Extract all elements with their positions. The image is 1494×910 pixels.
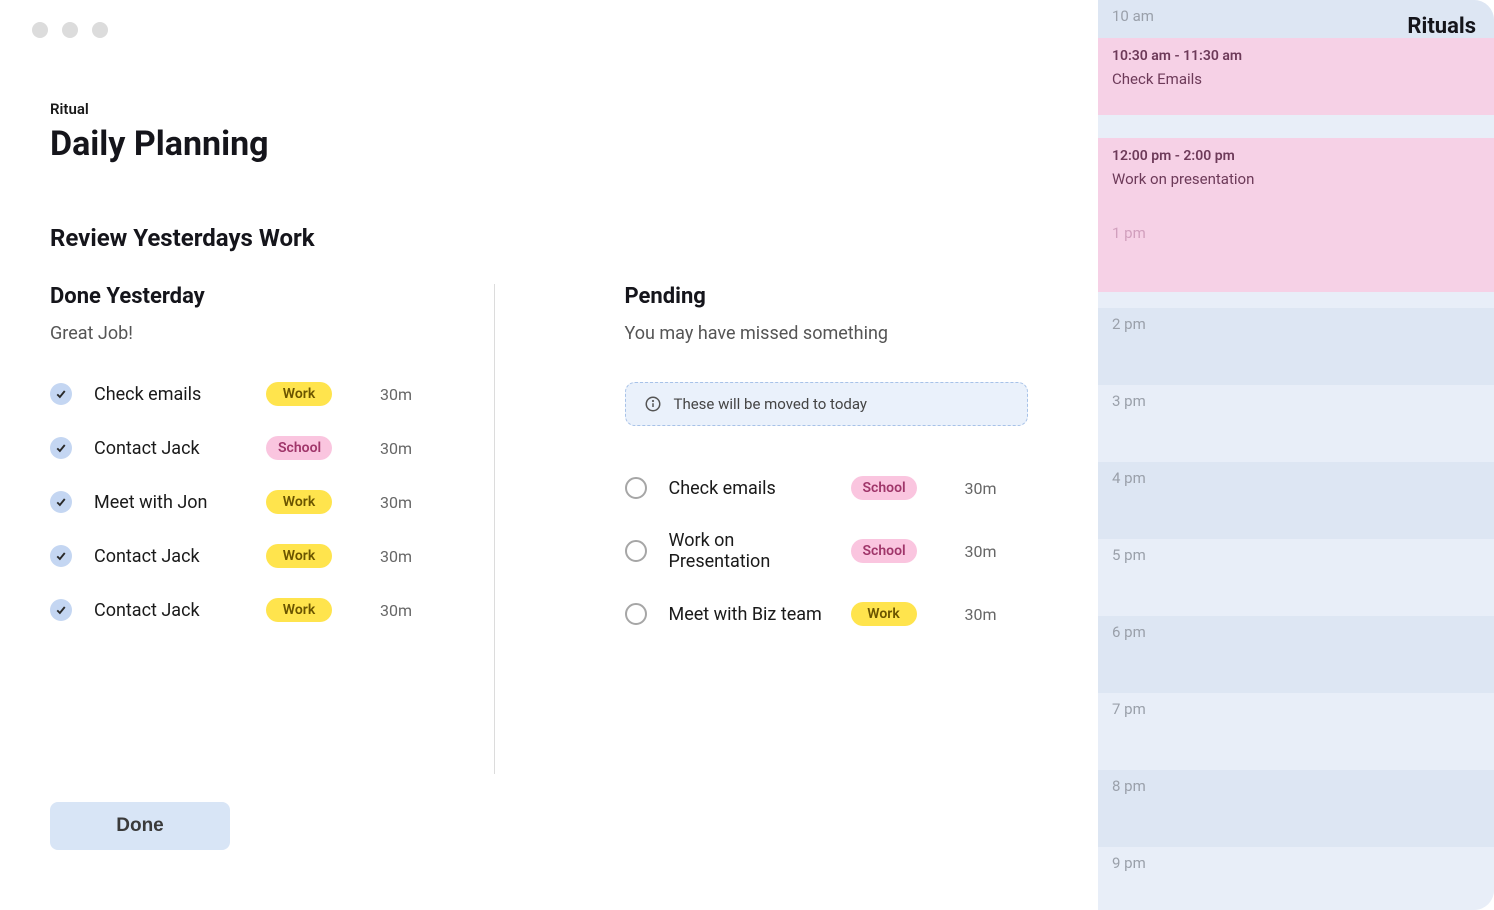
- hour-label: 9 pm: [1112, 854, 1146, 872]
- hour-block[interactable]: 7 pm: [1098, 693, 1494, 770]
- calendar-event[interactable]: 10:30 am - 11:30 am Check Emails: [1098, 38, 1494, 115]
- info-icon: [644, 395, 662, 413]
- hour-block[interactable]: 8 pm: [1098, 770, 1494, 847]
- task-duration: 30m: [965, 479, 997, 498]
- task-tag: Work: [266, 490, 332, 514]
- task-checked-icon[interactable]: [50, 491, 72, 513]
- hour-label: 6 pm: [1112, 623, 1146, 641]
- task-label: Meet with Jon: [94, 492, 244, 513]
- task-tag: School: [851, 476, 917, 500]
- pending-banner: These will be moved to today: [625, 382, 1029, 426]
- task-unchecked-icon[interactable]: [625, 603, 647, 625]
- pending-task-row: Check emails School 30m: [625, 476, 1029, 500]
- task-label: Check emails: [94, 384, 244, 405]
- task-label: Meet with Biz team: [669, 604, 829, 625]
- task-duration: 30m: [380, 547, 412, 566]
- task-duration: 30m: [380, 601, 412, 620]
- hour-block[interactable]: 4 pm: [1098, 462, 1494, 539]
- pending-subtitle: You may have missed something: [625, 323, 1029, 344]
- pending-banner-text: These will be moved to today: [674, 395, 867, 413]
- hour-block[interactable]: 5 pm: [1098, 539, 1494, 616]
- hour-block[interactable]: 2 pm: [1098, 308, 1494, 385]
- event-title: Work on presentation: [1112, 170, 1480, 188]
- hour-label-covered: 1 pm: [1112, 224, 1146, 242]
- done-task-row: Meet with Jon Work 30m: [50, 490, 454, 514]
- hour-label: 8 pm: [1112, 777, 1146, 795]
- event-title: Check Emails: [1112, 70, 1480, 88]
- task-duration: 30m: [380, 439, 412, 458]
- event-time-range: 10:30 am - 11:30 am: [1112, 48, 1480, 64]
- task-tag: Work: [851, 602, 917, 626]
- task-checked-icon[interactable]: [50, 545, 72, 567]
- task-label: Contact Jack: [94, 600, 244, 621]
- task-duration: 30m: [380, 493, 412, 512]
- hour-label: 3 pm: [1112, 392, 1146, 410]
- task-label: Contact Jack: [94, 546, 244, 567]
- task-tag: Work: [266, 544, 332, 568]
- task-tag: Work: [266, 382, 332, 406]
- task-label: Check emails: [669, 478, 829, 499]
- task-checked-icon[interactable]: [50, 383, 72, 405]
- task-checked-icon[interactable]: [50, 437, 72, 459]
- calendar-sidebar: Rituals 10 am11 am12 pm1 pm2 pm3 pm4 pm5…: [1098, 0, 1494, 910]
- pending-column: Pending You may have missed something Th…: [495, 284, 1049, 870]
- done-subtitle: Great Job!: [50, 323, 454, 344]
- task-tag: School: [851, 539, 917, 563]
- task-checked-icon[interactable]: [50, 599, 72, 621]
- main-panel: Ritual Daily Planning Review Yesterdays …: [0, 0, 1098, 910]
- task-label: Contact Jack: [94, 438, 244, 459]
- pending-task-list: Check emails School 30m Work on Presenta…: [625, 476, 1029, 626]
- done-column: Done Yesterday Great Job! Check emails W…: [50, 284, 494, 870]
- event-time-range: 12:00 pm - 2:00 pm: [1112, 148, 1480, 164]
- task-duration: 30m: [965, 542, 997, 561]
- done-task-row: Contact Jack School 30m: [50, 436, 454, 460]
- calendar-event[interactable]: 12:00 pm - 2:00 pm Work on presentation: [1098, 138, 1494, 292]
- task-tag: School: [266, 436, 332, 460]
- task-duration: 30m: [965, 605, 997, 624]
- ritual-subtitle: Ritual: [50, 100, 1048, 118]
- hour-label: 5 pm: [1112, 546, 1146, 564]
- review-section-title: Review Yesterdays Work: [50, 224, 1048, 252]
- hour-block[interactable]: 3 pm: [1098, 385, 1494, 462]
- review-columns: Done Yesterday Great Job! Check emails W…: [50, 284, 1048, 870]
- hour-label: 2 pm: [1112, 315, 1146, 333]
- hour-label: 7 pm: [1112, 700, 1146, 718]
- hour-label: 4 pm: [1112, 469, 1146, 487]
- sidebar-title: Rituals: [1407, 14, 1476, 39]
- done-task-row: Check emails Work 30m: [50, 382, 454, 406]
- pending-task-row: Meet with Biz team Work 30m: [625, 602, 1029, 626]
- hour-block[interactable]: 9 pm: [1098, 847, 1494, 910]
- done-task-row: Contact Jack Work 30m: [50, 544, 454, 568]
- page-title: Daily Planning: [50, 124, 1048, 164]
- pending-title: Pending: [625, 284, 1029, 309]
- app-window: Ritual Daily Planning Review Yesterdays …: [0, 0, 1494, 910]
- hours-container: 10 am11 am12 pm1 pm2 pm3 pm4 pm5 pm6 pm7…: [1098, 0, 1494, 910]
- task-tag: Work: [266, 598, 332, 622]
- task-label: Work on Presentation: [669, 530, 829, 572]
- done-title: Done Yesterday: [50, 284, 454, 309]
- hour-label: 10 am: [1112, 7, 1154, 25]
- task-unchecked-icon[interactable]: [625, 540, 647, 562]
- task-unchecked-icon[interactable]: [625, 477, 647, 499]
- pending-task-row: Work on Presentation School 30m: [625, 530, 1029, 572]
- done-task-list: Check emails Work 30m Contact Jack Schoo…: [50, 382, 454, 622]
- task-duration: 30m: [380, 385, 412, 404]
- hour-block[interactable]: 6 pm: [1098, 616, 1494, 693]
- done-button[interactable]: Done: [50, 802, 230, 850]
- done-task-row: Contact Jack Work 30m: [50, 598, 454, 622]
